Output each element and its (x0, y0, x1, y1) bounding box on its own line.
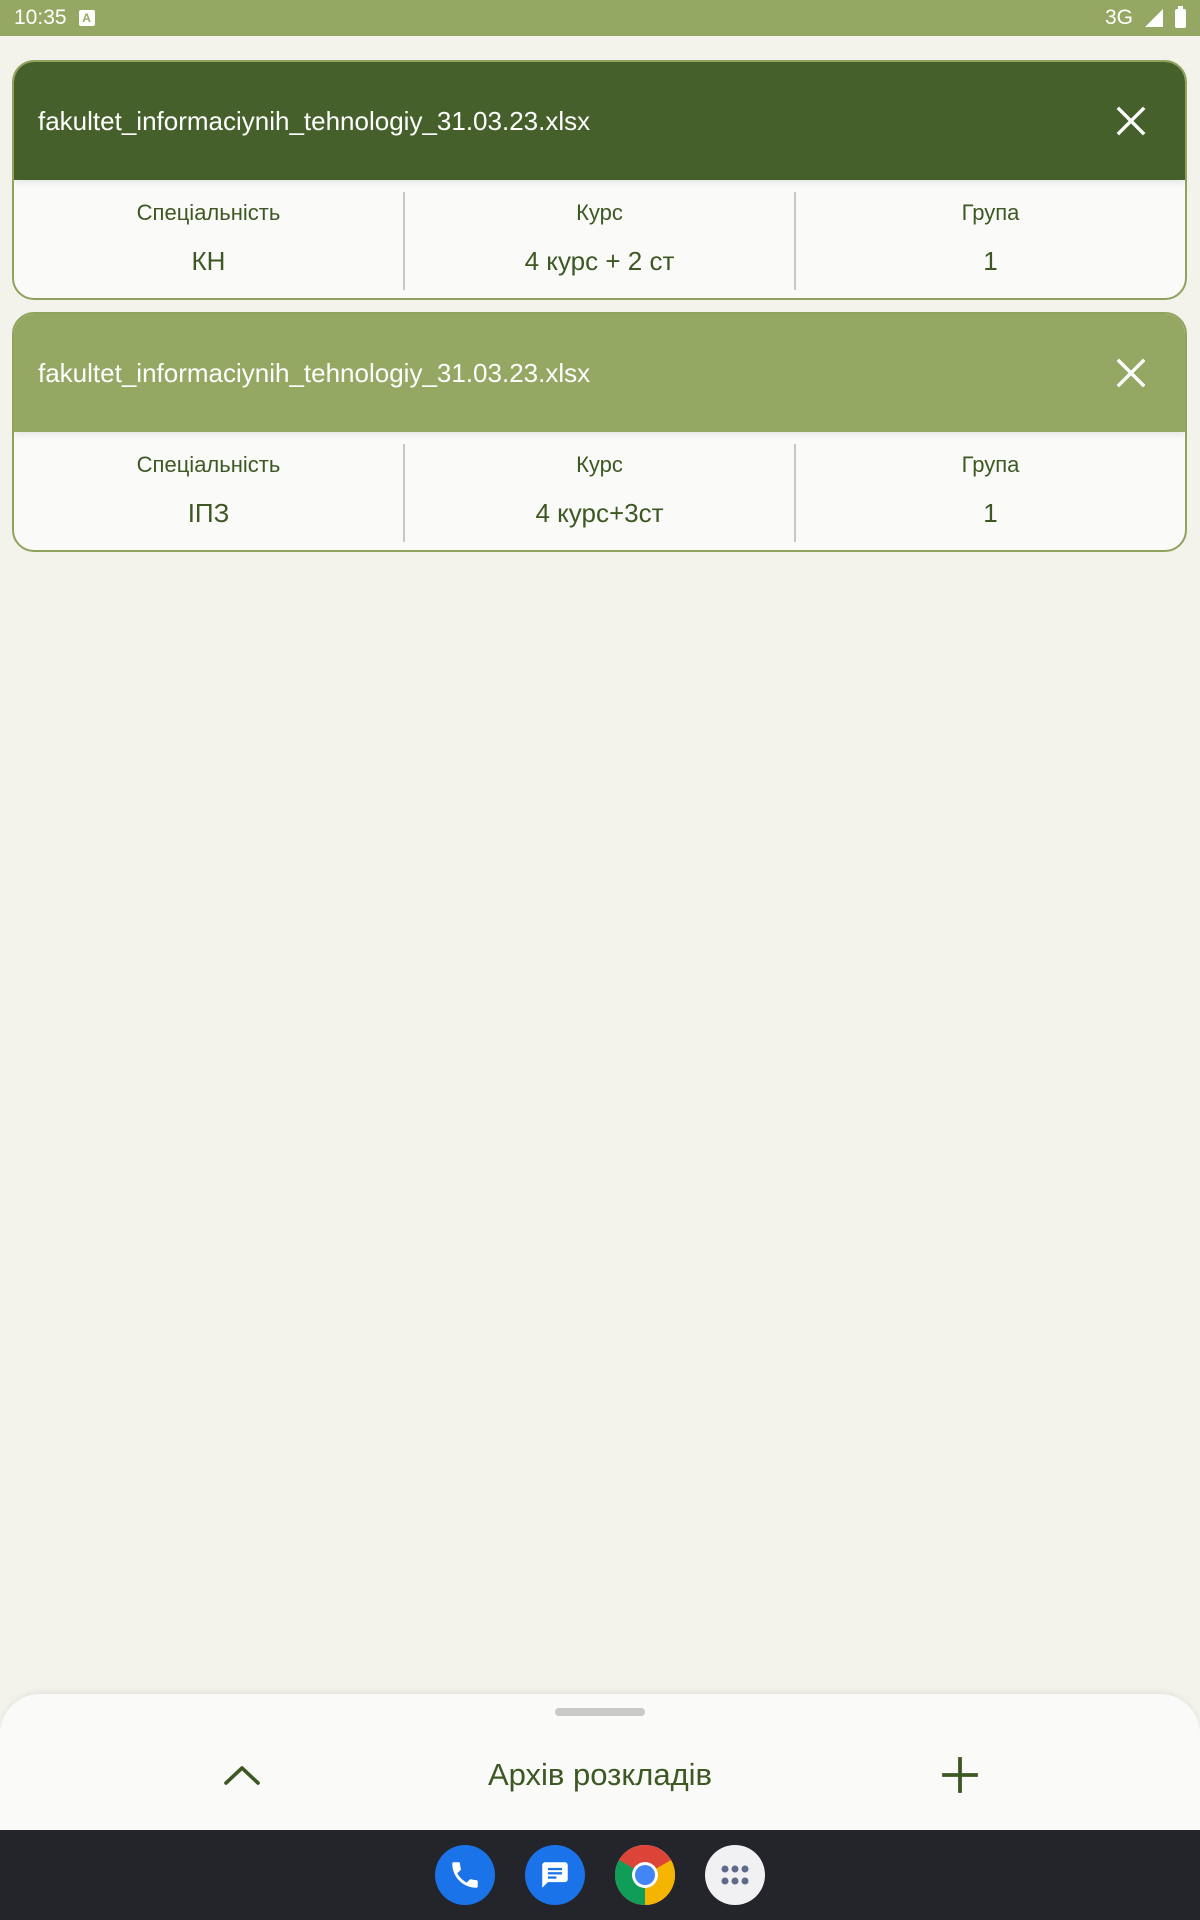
app-drawer-icon (721, 1865, 749, 1885)
chrome-app[interactable] (615, 1845, 675, 1905)
a-notification-icon: A (78, 10, 95, 26)
specialty-value: ІПЗ (187, 498, 230, 528)
bottom-sheet-row: Архів розкладів (0, 1730, 1200, 1820)
status-left: 10:35 A (14, 6, 95, 30)
course-value: 4 курс+3ст (535, 498, 664, 528)
archive-bottom-sheet[interactable]: Архів розкладів (0, 1694, 1200, 1830)
plus-icon (942, 1757, 978, 1793)
course-label: Курс (576, 200, 623, 225)
close-icon (1116, 358, 1146, 388)
app-drawer[interactable] (705, 1845, 765, 1905)
specialty-cell: Спеціальність КН (14, 192, 405, 290)
group-label: Група (961, 200, 1020, 225)
group-cell: Група 1 (796, 192, 1185, 290)
schedule-card[interactable]: fakultet_informaciynih_tehnologiy_31.03.… (12, 312, 1187, 552)
phone-icon (452, 1862, 478, 1888)
phone-app[interactable] (435, 1845, 495, 1905)
specialty-cell: Спеціальність ІПЗ (14, 444, 405, 542)
group-value: 1 (983, 246, 998, 276)
schedule-card[interactable]: fakultet_informaciynih_tehnologiy_31.03.… (12, 60, 1187, 300)
course-value: 4 курс + 2 ст (524, 246, 675, 276)
drag-handle[interactable] (555, 1708, 645, 1716)
schedule-details: Спеціальність КН Курс 4 курс + 2 ст Груп… (14, 180, 1185, 298)
schedule-details: Спеціальність ІПЗ Курс 4 курс+3ст Група … (14, 432, 1185, 550)
schedule-file-name: fakultet_informaciynih_tehnologiy_31.03.… (38, 105, 591, 136)
course-label: Курс (576, 452, 623, 477)
status-time: 10:35 (14, 6, 67, 29)
network-type: 3G (1104, 6, 1133, 29)
schedule-card-header[interactable]: fakultet_informaciynih_tehnologiy_31.03.… (14, 62, 1185, 180)
navigation-dock (0, 1830, 1200, 1920)
group-cell: Група 1 (796, 444, 1185, 542)
course-cell: Курс 4 курс + 2 ст (405, 192, 796, 290)
group-value: 1 (983, 498, 998, 528)
close-button[interactable] (1101, 91, 1161, 151)
status-bar: 10:35 A 3G (0, 0, 1200, 36)
battery-icon (1175, 5, 1186, 28)
expand-button[interactable] (212, 1745, 272, 1805)
group-label: Група (961, 452, 1020, 477)
signal-icon (1145, 9, 1163, 27)
course-cell: Курс 4 курс+3ст (405, 444, 796, 542)
schedule-file-name: fakultet_informaciynih_tehnologiy_31.03.… (38, 357, 591, 388)
status-right: 3G (1104, 5, 1186, 30)
bottom-sheet-title[interactable]: Архів розкладів (0, 1757, 1200, 1793)
specialty-value: КН (191, 246, 226, 276)
messages-app[interactable] (525, 1845, 585, 1905)
chrome-icon (615, 1845, 675, 1905)
specialty-label: Спеціальність (136, 200, 281, 225)
messages-icon (542, 1862, 568, 1888)
specialty-label: Спеціальність (136, 452, 281, 477)
add-schedule-button[interactable] (930, 1745, 990, 1805)
chevron-up-icon (224, 1766, 260, 1785)
close-icon (1116, 106, 1146, 136)
close-button[interactable] (1101, 343, 1161, 403)
schedule-card-header[interactable]: fakultet_informaciynih_tehnologiy_31.03.… (14, 314, 1185, 432)
